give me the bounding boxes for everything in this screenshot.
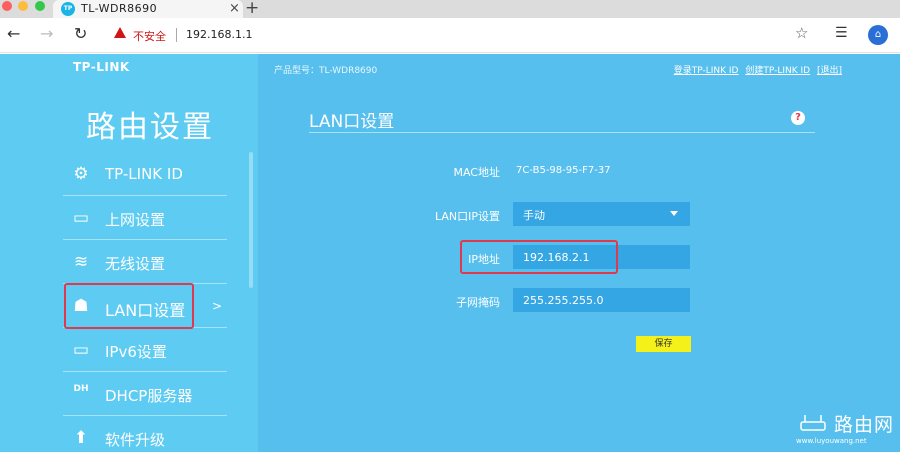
title-divider bbox=[309, 132, 815, 133]
tab-close-icon[interactable]: × bbox=[229, 1, 240, 16]
watermark: 路由网 www.luyouwang.net bbox=[796, 410, 896, 450]
login-link[interactable]: 登录TP-LINK ID bbox=[674, 66, 739, 76]
watermark-url: www.luyouwang.net bbox=[796, 437, 867, 445]
watermark-text: 路由网 bbox=[834, 414, 895, 436]
sidebar-item-dhcp[interactable]: DH DHCP服务器 bbox=[63, 372, 227, 416]
sidebar-item-label: DHCP服务器 bbox=[105, 387, 193, 405]
back-arrow-icon[interactable]: ← bbox=[7, 24, 20, 43]
gear-icon: ⚙ bbox=[73, 164, 89, 184]
router-icon bbox=[800, 415, 826, 431]
mac-value: 7C-B5-98-95-F7-37 bbox=[516, 165, 611, 176]
laptop-icon: ▭ bbox=[72, 208, 90, 228]
page-title: LAN口设置 bbox=[309, 112, 395, 132]
sidebar-item-wireless[interactable]: ≋ 无线设置 bbox=[63, 240, 227, 284]
save-button[interactable]: 保存 bbox=[636, 336, 691, 352]
chevron-down-icon bbox=[670, 211, 678, 216]
browser-tab-bar: TP TL-WDR8690 × + bbox=[0, 0, 900, 18]
sidebar-item-label: 无线设置 bbox=[105, 255, 166, 273]
reload-icon[interactable]: ↻ bbox=[74, 24, 87, 43]
lan-ip-setting-select[interactable]: 手动 bbox=[513, 202, 690, 226]
subnet-mask-input[interactable] bbox=[513, 288, 690, 312]
security-label[interactable]: 不安全 bbox=[133, 28, 166, 44]
extension-router-icon[interactable]: ⌂ bbox=[868, 25, 888, 45]
create-id-link[interactable]: 创建TP-LINK ID bbox=[745, 66, 810, 76]
logout-link[interactable]: [退出] bbox=[817, 66, 842, 76]
product-model: 产品型号：TL-WDR8690 bbox=[274, 66, 378, 76]
minimize-window-button[interactable] bbox=[18, 1, 28, 11]
browser-toolbar: ← → ↻ 不安全 192.168.1.1 ☆ ☰ ⌂ bbox=[0, 18, 900, 53]
sidebar-item-label: 软件升级 bbox=[105, 431, 166, 449]
maximize-window-button[interactable] bbox=[35, 1, 45, 11]
tab-title: TL-WDR8690 bbox=[81, 2, 158, 15]
sidebar-item-internet[interactable]: ▭ 上网设置 bbox=[63, 196, 227, 240]
sidebar-title: 路由设置 bbox=[86, 110, 214, 145]
browser-tab[interactable]: TP TL-WDR8690 × bbox=[53, 0, 243, 18]
address-separator bbox=[176, 28, 177, 42]
sidebar-item-label: TP-LINK ID bbox=[105, 165, 183, 183]
close-window-button[interactable] bbox=[2, 1, 12, 11]
tp-link-favicon-icon: TP bbox=[61, 2, 75, 16]
dhcp-icon: DH bbox=[73, 384, 89, 394]
new-tab-icon[interactable]: + bbox=[245, 0, 259, 18]
address-bar-url[interactable]: 192.168.1.1 bbox=[186, 28, 252, 41]
sidebar-item-label: IPv6设置 bbox=[105, 343, 167, 361]
lan-menu-highlight bbox=[64, 283, 194, 329]
forward-arrow-icon[interactable]: → bbox=[40, 24, 53, 43]
subnet-label: 子网掩码 bbox=[456, 296, 500, 309]
reading-list-icon[interactable]: ☰ bbox=[835, 25, 848, 41]
mac-label: MAC地址 bbox=[453, 166, 500, 179]
router-admin-page: TP-LINK 路由设置 ⚙ TP-LINK ID ▭ 上网设置 ≋ 无线设置 … bbox=[0, 54, 900, 452]
sidebar-item-tp-link-id[interactable]: ⚙ TP-LINK ID bbox=[63, 152, 227, 196]
chevron-right-icon: > bbox=[212, 299, 223, 313]
laptop-icon: ▭ bbox=[72, 340, 90, 360]
lan-ip-setting-label: LAN口IP设置 bbox=[434, 210, 500, 223]
bookmark-star-icon[interactable]: ☆ bbox=[795, 24, 808, 42]
select-value: 手动 bbox=[523, 209, 545, 222]
tp-link-logo: TP-LINK bbox=[73, 60, 130, 74]
header-links: 登录TP-LINK ID 创建TP-LINK ID [退出] bbox=[670, 63, 842, 76]
upload-arrow-icon: ⬆ bbox=[73, 428, 89, 448]
sidebar-item-ipv6[interactable]: ▭ IPv6设置 bbox=[63, 328, 227, 372]
wifi-icon: ≋ bbox=[73, 252, 89, 272]
sidebar-scrollbar[interactable] bbox=[249, 152, 253, 288]
warning-icon bbox=[114, 27, 126, 38]
help-icon[interactable]: ? bbox=[791, 111, 805, 125]
sidebar-item-upgrade[interactable]: ⬆ 软件升级 bbox=[63, 416, 227, 452]
sidebar-item-label: 上网设置 bbox=[105, 211, 166, 229]
ip-field-highlight bbox=[460, 240, 618, 274]
